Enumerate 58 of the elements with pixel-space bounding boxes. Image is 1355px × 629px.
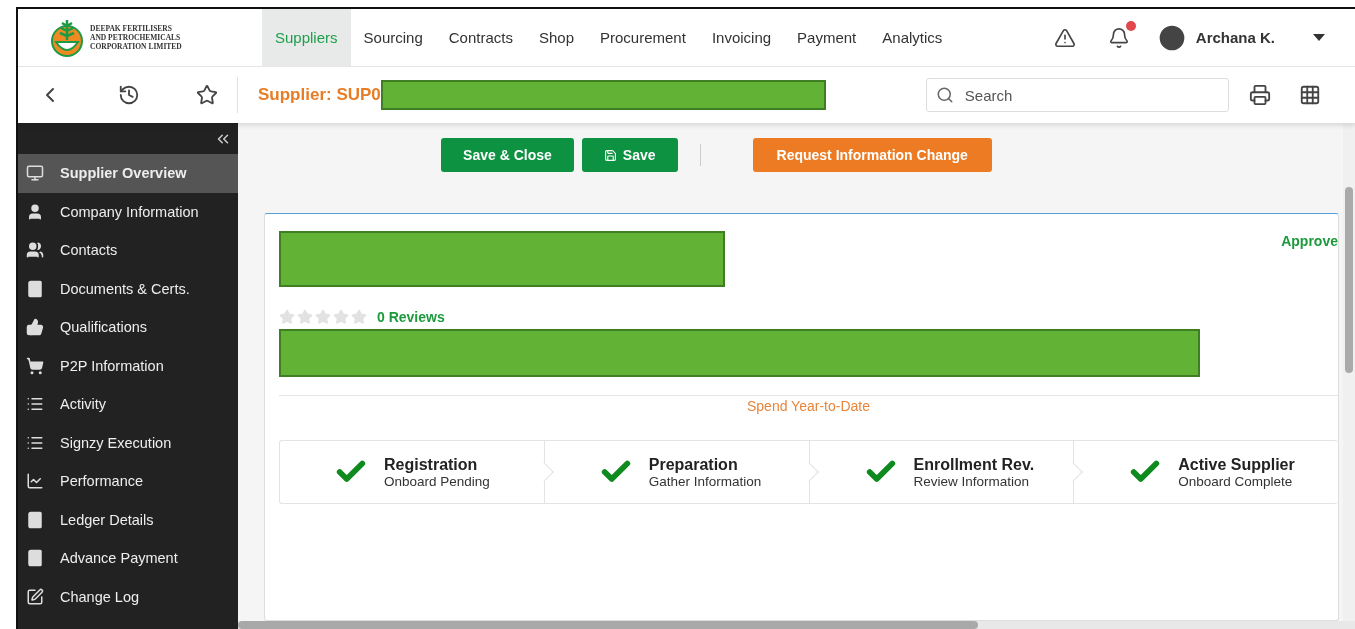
grid-icon[interactable] [1298, 84, 1321, 106]
action-button[interactable]: Save [581, 138, 678, 172]
search-field[interactable]: Search [925, 78, 1229, 112]
print-icon[interactable] [1248, 84, 1271, 106]
people-icon [26, 241, 44, 260]
sidebar-item[interactable]: Ledger Details [18, 500, 238, 539]
star-icon [279, 309, 295, 325]
reviews-link[interactable]: 0 Reviews [377, 309, 445, 325]
nav-tab[interactable]: Sourcing [350, 9, 436, 67]
star-icon [351, 309, 367, 325]
step-subtitle: Onboard Pending [384, 473, 490, 489]
nav-tab[interactable]: Procurement [587, 9, 699, 67]
thumbs-up-icon [26, 318, 44, 337]
star-icon [315, 309, 331, 325]
sidebar-item[interactable]: Change Log [18, 577, 238, 616]
action-button[interactable]: Save & Close [441, 138, 574, 172]
nav-tab[interactable]: Shop [525, 9, 587, 67]
history-icon[interactable] [117, 84, 140, 106]
user-name[interactable]: Archana K. [1195, 29, 1275, 46]
sidebar-item[interactable]: Qualifications [18, 308, 238, 347]
bell-icon[interactable] [1107, 26, 1130, 49]
sidebar-item[interactable]: Company Information [18, 192, 238, 231]
sidebar-item[interactable]: Advance Payment [18, 539, 238, 578]
star-icon [333, 309, 349, 325]
step-subtitle: Onboard Complete [1178, 473, 1294, 489]
nav-tab[interactable]: Analytics [869, 9, 956, 67]
sidebar-item[interactable]: Supplier Overview [18, 154, 238, 193]
company-logo [50, 17, 84, 58]
cart-icon [26, 356, 44, 375]
horizontal-scrollbar[interactable] [238, 621, 1355, 629]
scrollbar[interactable] [1343, 123, 1355, 621]
sidebar-item[interactable]: Documents & Certs. [18, 269, 238, 308]
step-title: Registration [384, 455, 479, 474]
status-label: Approve [1281, 233, 1338, 249]
caret-icon[interactable] [1313, 33, 1325, 42]
person-icon [26, 202, 44, 221]
step-title: Preparation [648, 455, 739, 474]
nav-tab[interactable]: Contracts [435, 9, 526, 67]
sidebar-item[interactable]: Activity [18, 385, 238, 424]
step-title: Enrollment Rev. [913, 455, 1035, 474]
step-subtitle: Review Information [913, 473, 1031, 489]
sidebar-item[interactable]: Performance [18, 462, 238, 501]
star-icon [297, 309, 313, 325]
monitor-icon [26, 164, 44, 183]
spend-label: Spend Year-to-Date [746, 398, 871, 414]
chart-icon [26, 472, 44, 491]
step-subtitle: Gather Information [648, 473, 762, 489]
save-icon [603, 148, 617, 162]
nav-tab[interactable]: Invoicing [698, 9, 785, 67]
step-title: Active Supplier [1178, 455, 1295, 474]
star-icon[interactable] [195, 84, 218, 106]
sidebar-item[interactable]: Signzy Execution [18, 423, 238, 462]
edit-icon [26, 587, 44, 606]
warning-icon[interactable] [1053, 26, 1076, 49]
nav-tab[interactable]: Payment [784, 9, 870, 67]
sidebar-item[interactable]: Contacts [18, 231, 238, 270]
page-title: Supplier: SUP0 [258, 85, 381, 105]
sidebar-item[interactable]: P2P Information [18, 346, 238, 385]
